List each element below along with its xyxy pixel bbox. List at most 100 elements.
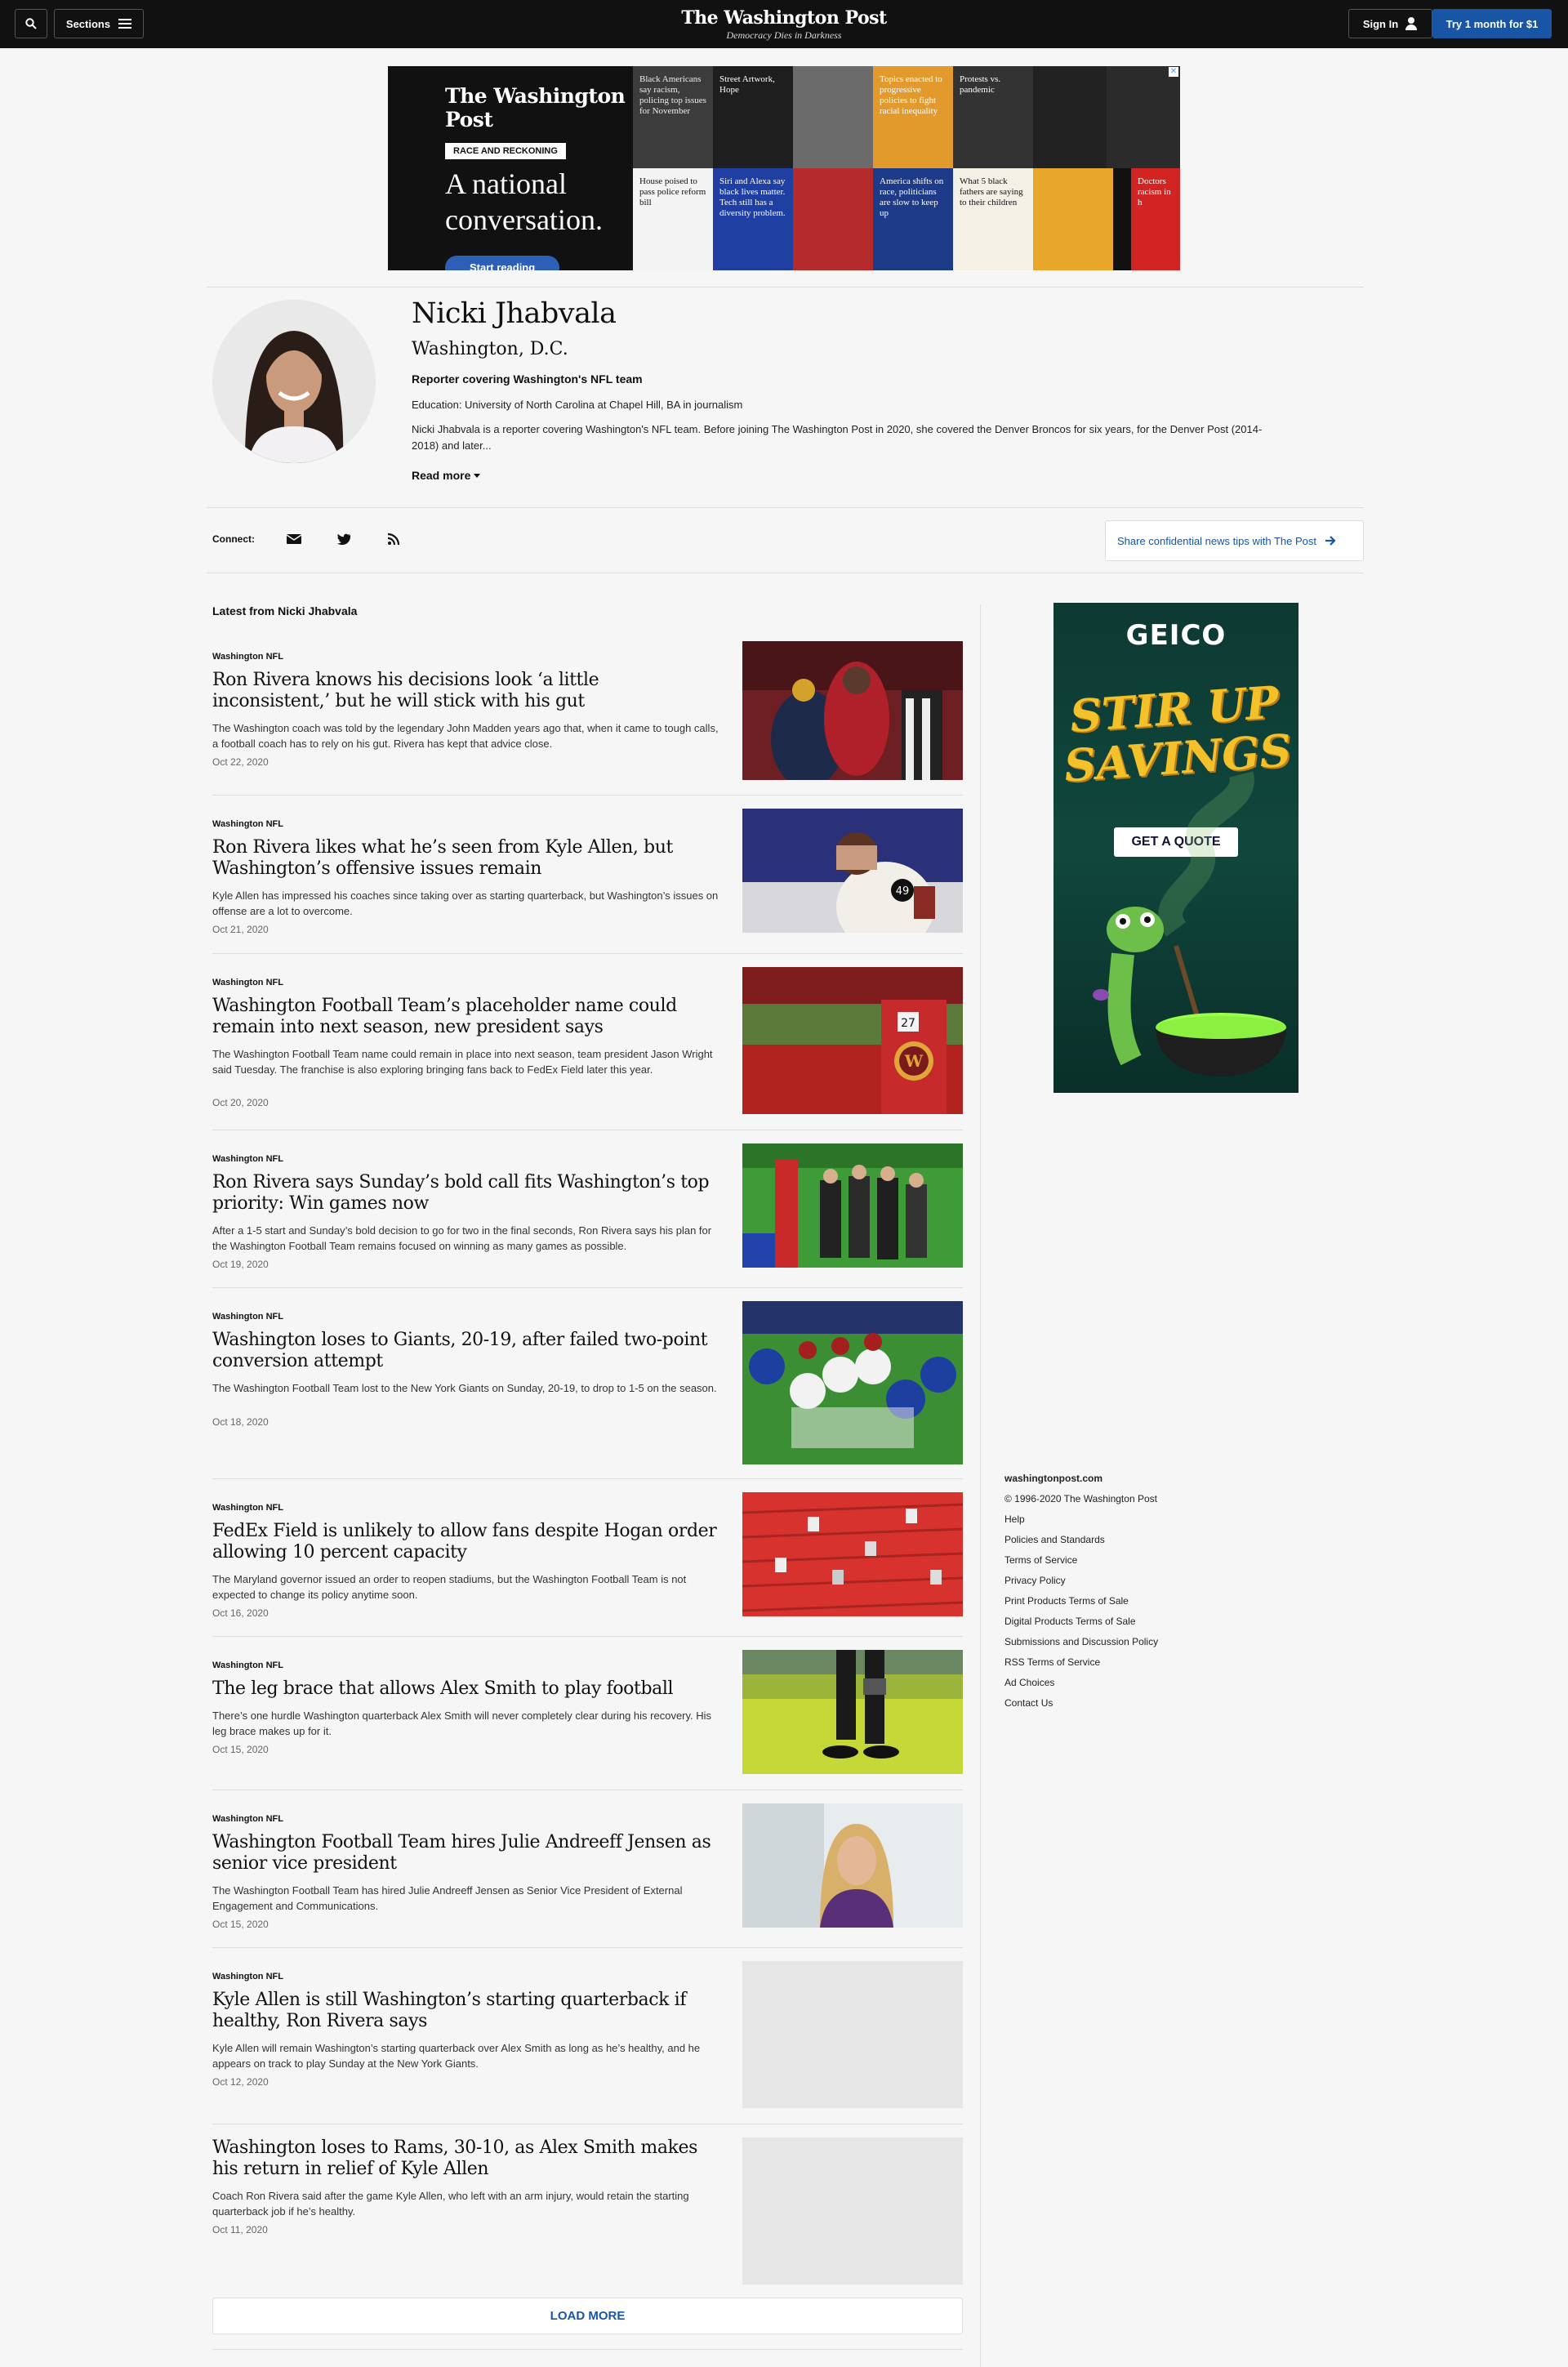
footer-site-name[interactable]: washingtonpost.com — [1004, 1473, 1102, 1484]
article-thumbnail[interactable] — [742, 1803, 963, 1928]
ad-tile: Street Artwork, Hope — [713, 66, 793, 168]
footer-link-digital-terms[interactable]: Digital Products Terms of Sale — [1004, 1616, 1136, 1627]
brand-logo[interactable]: The Washington Post Democracy Dies in Da… — [0, 7, 1568, 42]
ad-headline: A national conversation. — [445, 166, 633, 238]
share-news-tips-button[interactable]: Share confidential news tips with The Po… — [1105, 520, 1364, 561]
footer-link-terms[interactable]: Terms of Service — [1004, 1554, 1077, 1566]
article-headline[interactable]: Kyle Allen is still Washington’s startin… — [212, 1990, 719, 2032]
top-navigation-bar: Sections The Washington Post Democracy D… — [0, 0, 1568, 48]
load-more-button[interactable]: LOAD MORE — [212, 2298, 963, 2334]
article-thumbnail[interactable]: 49 — [742, 809, 963, 933]
article-headline[interactable]: Ron Rivera likes what he’s seen from Kyl… — [212, 837, 719, 880]
article-kicker[interactable]: Washington NFL — [212, 819, 283, 829]
article-blurb: After a 1-5 start and Sunday’s bold deci… — [212, 1224, 712, 1252]
article-blurb: The Washington Football Team lost to the… — [212, 1382, 717, 1394]
svg-text:27: 27 — [901, 1017, 915, 1030]
article-date: Oct 15, 2020 — [212, 1744, 269, 1755]
read-more-label: Read more — [412, 469, 471, 482]
get-a-quote-button[interactable]: GET A QUOTE — [1114, 827, 1238, 857]
divider — [212, 1287, 963, 1288]
footer-link-privacy[interactable]: Privacy Policy — [1004, 1575, 1066, 1586]
article-kicker[interactable]: Washington NFL — [212, 978, 283, 987]
ad-tile — [1033, 66, 1113, 168]
article-kicker[interactable]: Washington NFL — [212, 1154, 283, 1164]
article-card: Washington NFL The leg brace that allows… — [212, 1650, 963, 1783]
sign-in-label: Sign In — [1362, 17, 1399, 30]
svg-text:49: 49 — [896, 885, 910, 898]
top-banner-ad[interactable]: The Washington Post RACE AND RECKONING A… — [388, 66, 1180, 270]
connect-label: Connect: — [212, 533, 255, 545]
article-kicker[interactable]: Washington NFL — [212, 1312, 283, 1322]
article-kicker[interactable]: Washington NFL — [212, 1972, 283, 1981]
article-card: Washington NFL Washington Football Team’… — [212, 967, 963, 1117]
article-headline[interactable]: Washington loses to Giants, 20-19, after… — [212, 1330, 719, 1372]
ad-tile: America shifts on race, politicians are … — [873, 168, 953, 270]
article-headline[interactable]: Washington Football Team hires Julie And… — [212, 1832, 719, 1874]
article-kicker[interactable]: Washington NFL — [212, 652, 283, 662]
footer-link-ad-choices[interactable]: Ad Choices — [1004, 1677, 1054, 1688]
footer-link-rss-terms[interactable]: RSS Terms of Service — [1004, 1656, 1100, 1668]
ad-headline-line2: conversation. — [445, 203, 603, 236]
ad-tile: Protests vs. pandemic — [953, 66, 1033, 168]
article-date: Oct 16, 2020 — [212, 1607, 269, 1619]
article-thumbnail[interactable]: W 27 — [742, 967, 963, 1114]
article-thumbnail[interactable] — [742, 1301, 963, 1464]
email-link[interactable] — [286, 531, 302, 547]
article-headline[interactable]: Washington loses to Rams, 30-10, as Alex… — [212, 2137, 719, 2180]
article-thumbnail[interactable] — [742, 1143, 963, 1268]
rss-link[interactable] — [385, 531, 402, 547]
article-blurb: There’s one hurdle Washington quarterbac… — [212, 1710, 712, 1737]
article-card: Washington NFL FedEx Field is unlikely t… — [212, 1492, 963, 1625]
author-location: Washington, D.C. — [412, 339, 568, 359]
envelope-icon — [286, 534, 302, 544]
article-date: Oct 22, 2020 — [212, 756, 269, 768]
read-more-button[interactable]: Read more — [412, 469, 481, 482]
divider — [212, 2349, 963, 2350]
ad-tile — [793, 66, 873, 168]
article-card: Washington NFL Kyle Allen is still Washi… — [212, 1961, 963, 2111]
footer-link-policies[interactable]: Policies and Standards — [1004, 1534, 1105, 1545]
article-card: Washington NFL Ron Rivera says Sunday’s … — [212, 1143, 963, 1277]
author-name: Nicki Jhabvala — [412, 297, 617, 330]
share-news-tips-label: Share confidential news tips with The Po… — [1117, 534, 1317, 547]
sign-in-button[interactable]: Sign In — [1348, 9, 1432, 38]
article-headline[interactable]: FedEx Field is unlikely to allow fans de… — [212, 1521, 719, 1563]
article-kicker[interactable]: Washington NFL — [212, 1660, 283, 1670]
ad-choices-icon[interactable]: ✕ — [1169, 67, 1178, 77]
ad-tile — [793, 168, 873, 270]
ad-tile: House poised to pass police reform bill — [633, 168, 713, 270]
footer-link-print-terms[interactable]: Print Products Terms of Sale — [1004, 1595, 1129, 1607]
geico-side-ad[interactable]: GEICO STIR UP SAVINGS GET A QUOTE — [1054, 603, 1298, 1093]
divider — [212, 795, 963, 796]
divider — [207, 287, 1364, 288]
article-thumbnail[interactable] — [742, 641, 963, 780]
divider — [207, 507, 1364, 508]
arrow-right-icon — [1325, 536, 1336, 546]
article-headline[interactable]: Washington Football Team’s placeholder n… — [212, 996, 719, 1038]
article-thumbnail-placeholder[interactable] — [742, 1961, 963, 2108]
twitter-link[interactable] — [336, 531, 352, 547]
divider — [212, 1947, 963, 1948]
user-icon — [1405, 17, 1418, 30]
ad-start-reading-button[interactable]: Start reading — [445, 256, 560, 270]
footer-link-contact[interactable]: Contact Us — [1004, 1697, 1053, 1709]
divider — [212, 1636, 963, 1637]
brand-name: The Washington Post — [681, 7, 887, 29]
article-headline[interactable]: Ron Rivera knows his decisions look ‘a l… — [212, 670, 719, 712]
footer-link-help[interactable]: Help — [1004, 1513, 1025, 1525]
article-kicker[interactable]: Washington NFL — [212, 1503, 283, 1513]
article-headline[interactable]: Ron Rivera says Sunday’s bold call fits … — [212, 1172, 719, 1215]
ad-tagline: STIR UP SAVINGS — [1054, 675, 1298, 791]
article-thumbnail[interactable] — [742, 1650, 963, 1774]
article-thumbnail[interactable] — [742, 1492, 963, 1616]
article-card: Washington NFL Washington Football Team … — [212, 1803, 963, 1937]
article-headline[interactable]: The leg brace that allows Alex Smith to … — [212, 1678, 719, 1700]
ad-tile: Black Americans say racism, policing top… — [633, 66, 713, 168]
article-thumbnail-placeholder[interactable] — [742, 2137, 963, 2285]
footer-link-submissions[interactable]: Submissions and Discussion Policy — [1004, 1636, 1158, 1647]
article-kicker[interactable]: Washington NFL — [212, 1814, 283, 1824]
subscribe-button[interactable]: Try 1 month for $1 — [1432, 9, 1552, 38]
article-date: Oct 18, 2020 — [212, 1416, 269, 1428]
column-divider — [980, 604, 981, 2367]
ad-tile — [1107, 66, 1180, 168]
